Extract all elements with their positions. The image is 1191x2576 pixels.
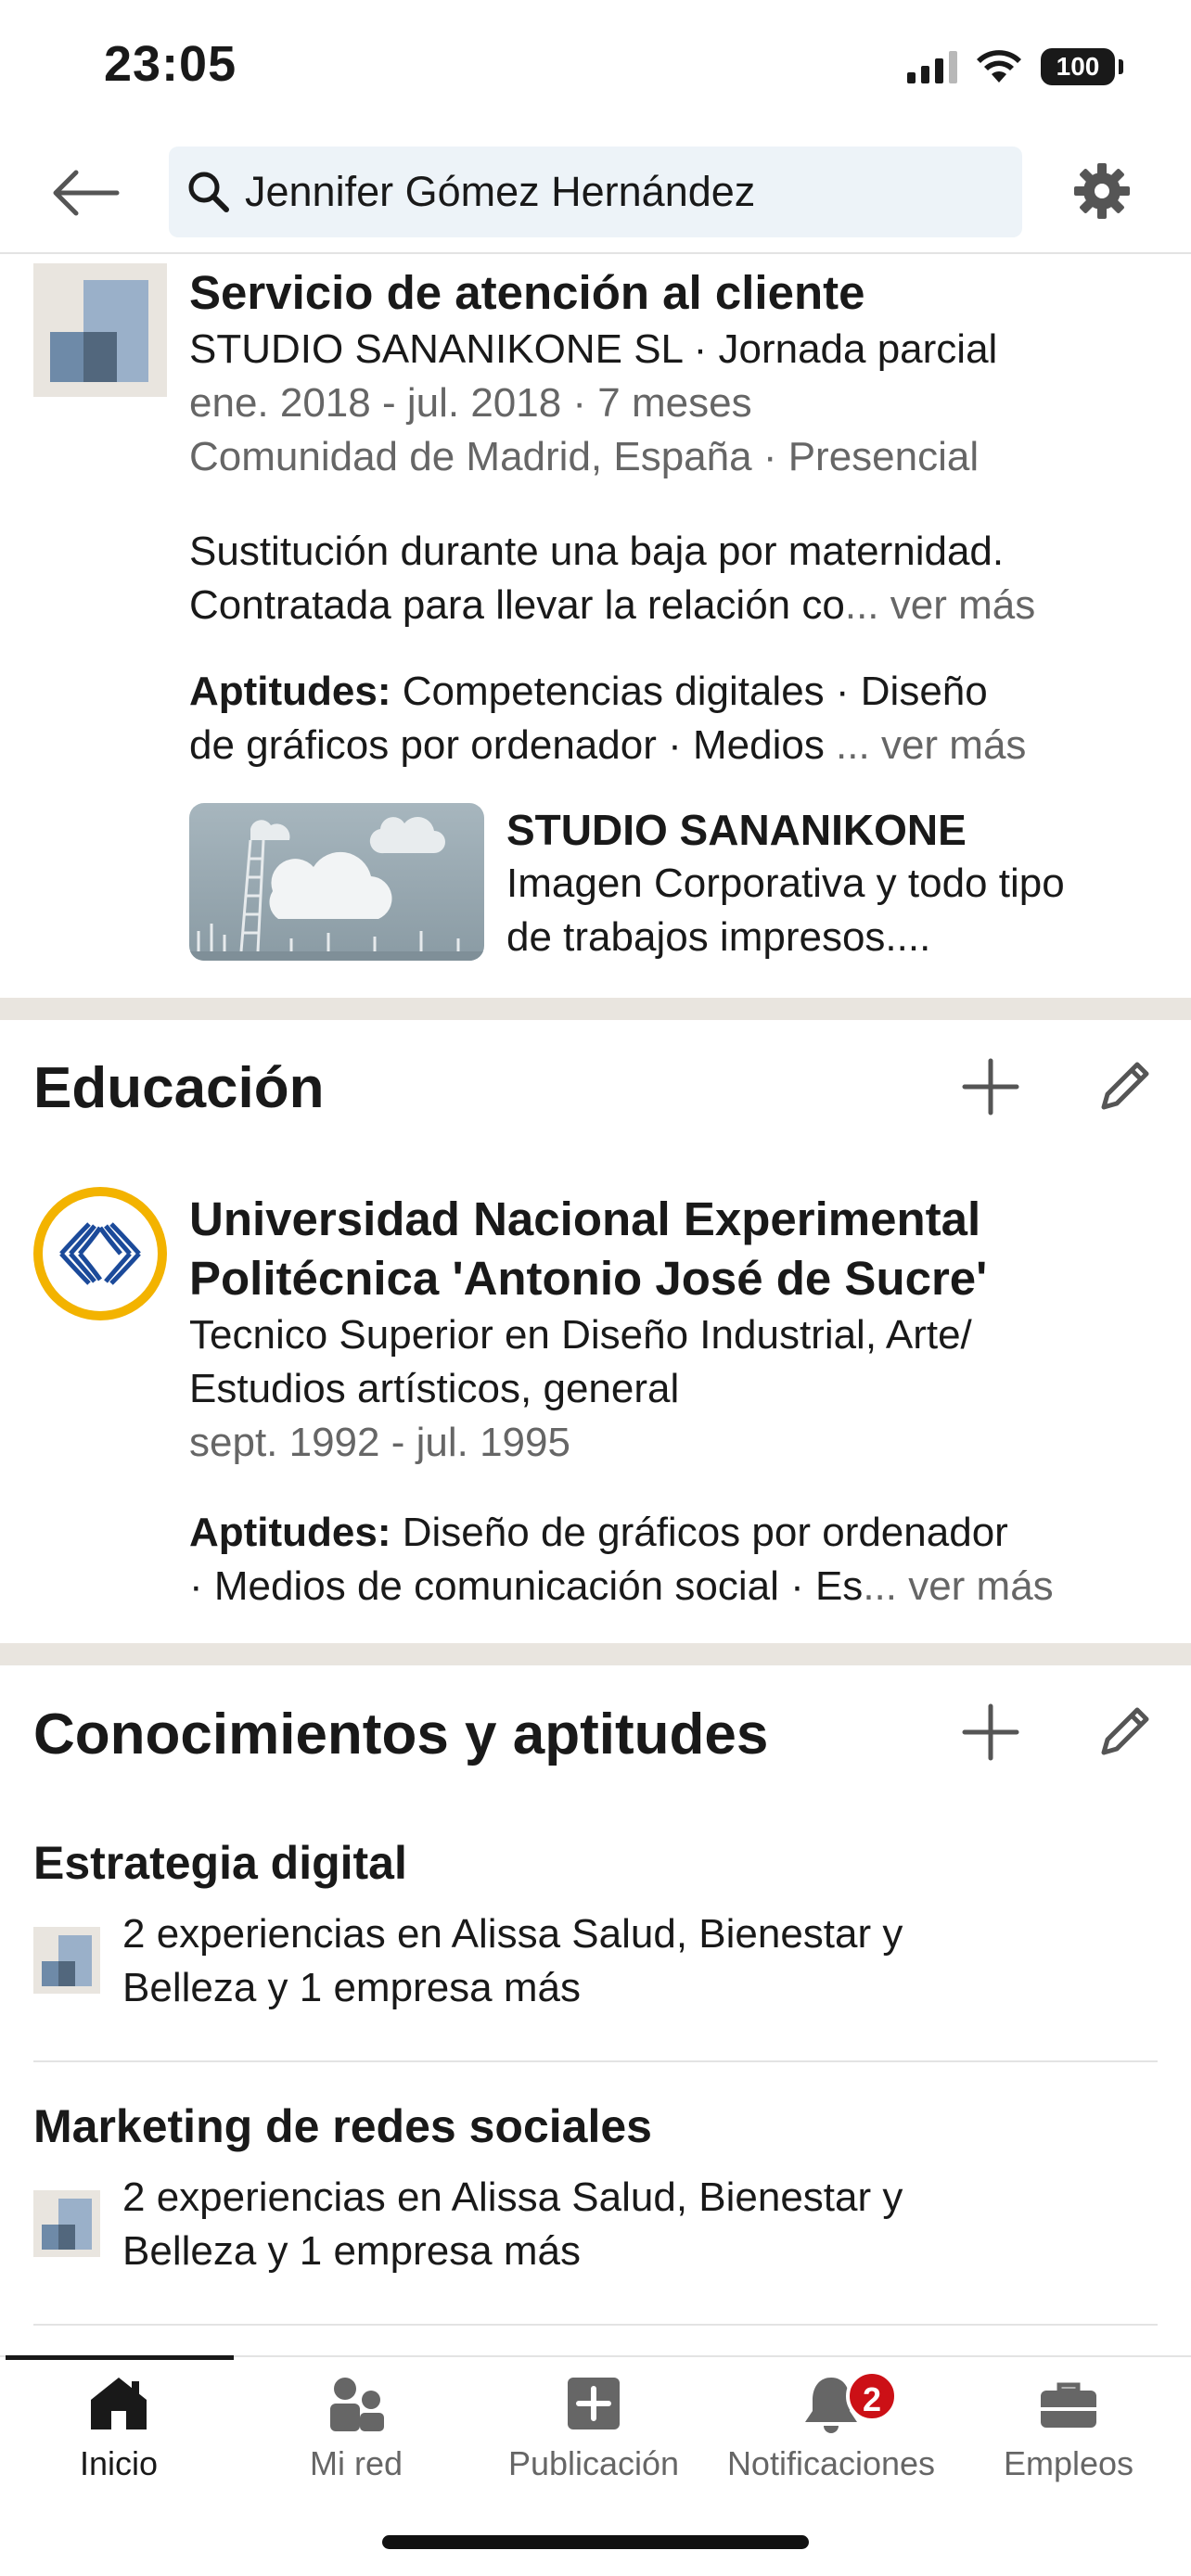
briefcase-icon (1041, 2382, 1096, 2428)
job-dates: ene. 2018 - jul. 2018 · 7 meses (189, 380, 752, 426)
job-skills: Aptitudes: Competencias digitales · Dise… (189, 669, 1027, 768)
company-logo (33, 2190, 100, 2257)
see-more-link[interactable]: ... ver más (863, 1563, 1053, 1609)
divider (33, 2060, 1158, 2062)
school-logo (33, 1187, 167, 1320)
home-icon (91, 2378, 147, 2429)
company-logo (33, 263, 167, 397)
education-dates: sept. 1992 - jul. 1995 (189, 1420, 570, 1465)
post-icon (568, 2378, 620, 2429)
divider (33, 2324, 1158, 2326)
see-more-link[interactable]: ... ver más (845, 582, 1035, 628)
active-tab-indicator (6, 2355, 234, 2360)
wifi-icon (977, 50, 1021, 83)
experience-item[interactable]: Servicio de atención al cliente STUDIO S… (0, 256, 1191, 1001)
skills-heading: Conocimientos y aptitudes (33, 1702, 769, 1766)
skill-name[interactable]: Marketing de redes sociales (33, 2099, 652, 2153)
edit-pencil-icon[interactable] (1091, 1053, 1158, 1120)
skill-endorsement-text: 2 experiencias en Alissa Salud, Bienesta… (122, 1911, 903, 2010)
education-item[interactable]: Universidad Nacional Experimental Polité… (189, 1190, 1172, 1470)
gear-icon[interactable] (1069, 158, 1135, 224)
media-caption[interactable]: STUDIO SANANIKONE Imagen Corporativa y t… (506, 803, 1174, 964)
nav-home[interactable]: Inicio (0, 2370, 237, 2491)
back-arrow-icon[interactable] (48, 163, 122, 223)
search-header (0, 139, 1191, 254)
status-icons: 100 (907, 45, 1123, 89)
company-line: STUDIO SANANIKONE SL · Jornada parcial (189, 326, 998, 372)
cellular-signal-icon (907, 50, 957, 83)
nav-jobs[interactable]: Empleos (950, 2370, 1187, 2491)
education-heading: Educación (33, 1056, 325, 1120)
media-thumbnail[interactable] (189, 803, 484, 961)
network-icon (330, 2378, 384, 2431)
school-name: Universidad Nacional Experimental Polité… (189, 1192, 988, 1305)
degree: Tecnico Superior en Diseño Industrial, A… (189, 1312, 972, 1411)
job-location: Comunidad de Madrid, España · Presencial (189, 434, 980, 479)
search-input[interactable] (245, 168, 1005, 216)
battery-icon: 100 (1041, 48, 1123, 85)
media-title: STUDIO SANANIKONE (506, 806, 967, 854)
add-icon[interactable] (957, 1053, 1024, 1120)
job-description: Sustitución durante una baja por materni… (189, 529, 1036, 628)
status-bar: 23:05 100 (0, 0, 1191, 139)
add-icon[interactable] (957, 1699, 1024, 1766)
skill-name[interactable]: Estrategia digital (33, 1836, 407, 1890)
nav-post[interactable]: Publicación (475, 2370, 712, 2491)
skill-endorsement-text: 2 experiencias en Alissa Salud, Bienesta… (122, 2174, 903, 2274)
company-logo (33, 1927, 100, 1994)
section-separator (0, 1643, 1191, 1665)
home-indicator (382, 2535, 809, 2549)
search-bar[interactable] (169, 147, 1022, 237)
nav-network[interactable]: Mi red (237, 2370, 475, 2491)
section-separator (0, 998, 1191, 1020)
status-time: 23:05 (104, 36, 237, 92)
job-title: Servicio de atención al cliente (189, 266, 865, 319)
education-skills: Aptitudes: Diseño de gráficos por ordena… (189, 1510, 1054, 1609)
notification-badge: 2 (846, 2370, 898, 2422)
edit-pencil-icon[interactable] (1091, 1699, 1158, 1766)
search-icon (188, 172, 229, 212)
see-more-link[interactable]: ... ver más (836, 722, 1026, 768)
nav-notifications[interactable]: 2 Notificaciones (712, 2370, 950, 2491)
